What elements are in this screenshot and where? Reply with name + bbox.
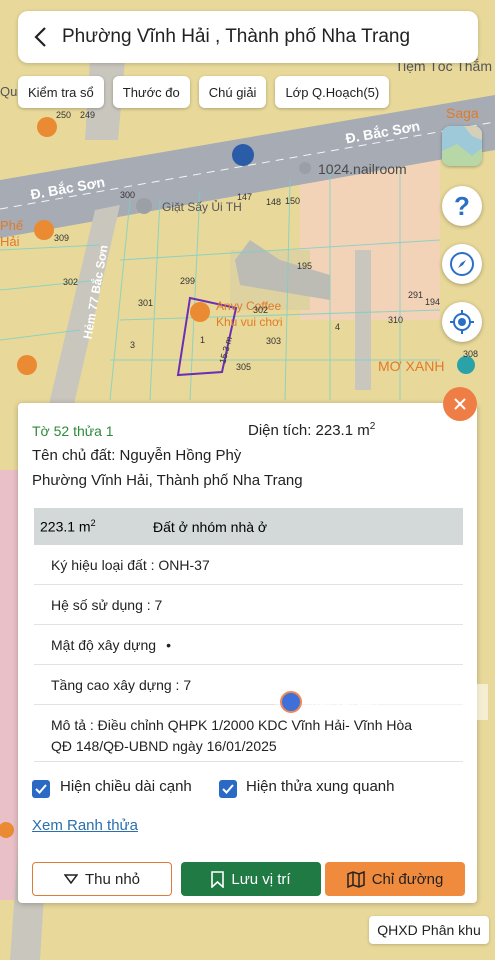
map-icon	[346, 870, 365, 888]
parcel-area: Diện tích: 223.1 m2	[248, 421, 375, 439]
watermark-overlay: Trần Văn Lam	[275, 684, 488, 720]
lot-number: 147	[237, 192, 253, 202]
legend-chip[interactable]: Chú giải	[198, 76, 267, 108]
divider	[34, 761, 463, 762]
help-button[interactable]: ?	[442, 186, 482, 226]
bookmark-icon	[211, 870, 225, 888]
shrink-button[interactable]: Thu nhỏ	[32, 862, 172, 896]
density-label: Mật độ xây dựng	[51, 636, 157, 653]
shrink-label: Thu nhỏ	[84, 870, 141, 888]
area-superscript: 2	[369, 421, 376, 432]
directions-button[interactable]: Chỉ đường	[325, 862, 465, 896]
checkmark-icon	[35, 784, 47, 794]
toolbar-chips: Kiểm tra sổ Thước đo Chú giải Lớp Q.Hoạc…	[18, 76, 390, 108]
map-layer-icon	[442, 126, 482, 166]
owner-name: Tên chủ đất: Nguyễn Hồng Phỳ	[32, 447, 242, 464]
density-mark: •	[166, 636, 172, 653]
lot-number: 1	[200, 335, 206, 345]
usage-coef-row: Hệ số sử dụng : 7	[34, 585, 463, 625]
question-icon: ?	[454, 190, 470, 221]
band-area-text: 223.1 m	[40, 518, 91, 535]
land-code-row: Ký hiệu loại đất : ONH-37	[34, 545, 463, 585]
header-bar: Phường Vĩnh Hải , Thành phố Nha Trang	[18, 11, 478, 63]
lot-number: 3	[130, 340, 136, 350]
parcel-id: Tờ 52 thửa 1	[32, 423, 114, 439]
page-title: Phường Vĩnh Hải , Thành phố Nha Trang	[62, 26, 411, 47]
lot-number: 291	[408, 290, 424, 300]
land-type-band: 223.1 m2 Đất ở nhóm nhà ở	[34, 508, 463, 545]
show-edge-length-label: Hiện chiều dài cạnh	[60, 778, 192, 795]
lot-number: 310	[388, 315, 404, 325]
planning-type-badge[interactable]: QHXD Phân khu	[369, 916, 489, 944]
lot-number: 4	[335, 322, 341, 332]
band-area: 223.1 m2	[40, 518, 153, 535]
lot-number: 148	[266, 197, 282, 207]
location-target-icon	[450, 310, 474, 334]
save-location-label: Lưu vị trí	[231, 870, 291, 888]
poi-label: Giặt Sấy Ủi TH	[162, 200, 242, 214]
show-surrounding-label: Hiện thửa xung quanh	[246, 778, 395, 795]
lot-number: 300	[120, 190, 136, 200]
lot-number: 249	[80, 110, 96, 120]
directions-label: Chỉ đường	[371, 870, 444, 888]
parcel-address: Phường Vĩnh Hải, Thành phố Nha Trang	[32, 472, 303, 489]
lot-number: 302	[63, 277, 79, 287]
lot-number: 305	[236, 362, 252, 372]
lot-number: 303	[266, 336, 282, 346]
area-text: Diện tích: 223.1 m	[248, 422, 370, 439]
band-area-superscript: 2	[90, 518, 96, 529]
lot-number: 150	[285, 196, 301, 206]
poi-label: MƠ XANH	[378, 358, 445, 374]
close-panel-button[interactable]	[443, 387, 477, 421]
poi-label: Phế	[0, 218, 24, 233]
lot-number: 302	[253, 305, 269, 315]
lot-number: 194	[425, 297, 441, 307]
description-line-2: QĐ 148/QĐ-UBND ngày 16/01/2025	[51, 738, 277, 754]
lot-number: 299	[180, 276, 196, 286]
view-boundary-link[interactable]: Xem Ranh thửa	[32, 817, 138, 834]
poi-label: Anvy Coffee	[216, 299, 282, 313]
compass-button[interactable]	[442, 244, 482, 284]
chevron-down-icon	[63, 874, 78, 884]
save-location-button[interactable]: Lưu vị trí	[181, 862, 321, 896]
back-arrow-icon	[34, 27, 46, 47]
poi-label: 1024.nailroom	[318, 161, 407, 177]
lot-number: 309	[54, 233, 70, 243]
poi-label: Hải	[0, 234, 20, 249]
watermark-name: Trần Văn Lam	[309, 696, 379, 708]
compass-icon	[450, 252, 474, 276]
lot-number: 250	[56, 110, 72, 120]
parcel-info-panel: Tờ 52 thửa 1 Diện tích: 223.1 m2 Tên chủ…	[18, 403, 477, 903]
back-button[interactable]	[18, 26, 62, 48]
planning-layer-chip[interactable]: Lớp Q.Hoạch(5)	[275, 76, 390, 108]
band-land-type: Đất ở nhóm nhà ở	[153, 518, 268, 535]
checkmark-icon	[222, 784, 234, 794]
density-row: Mật độ xây dựng •	[34, 625, 463, 665]
poi-label: Saga	[446, 105, 479, 121]
show-surrounding-checkbox[interactable]	[219, 780, 237, 798]
lot-number: 308	[463, 349, 479, 359]
check-book-chip[interactable]: Kiểm tra sổ	[18, 76, 104, 108]
lot-number: 301	[138, 298, 154, 308]
ruler-chip[interactable]: Thước đo	[112, 76, 190, 108]
poi-label: Khu vui chơi	[216, 315, 283, 329]
avatar	[280, 691, 302, 713]
show-edge-length-checkbox[interactable]	[32, 780, 50, 798]
lot-number: 195	[297, 261, 313, 271]
my-location-button[interactable]	[442, 302, 482, 342]
close-icon	[454, 398, 466, 410]
map-layer-button[interactable]	[442, 126, 482, 166]
